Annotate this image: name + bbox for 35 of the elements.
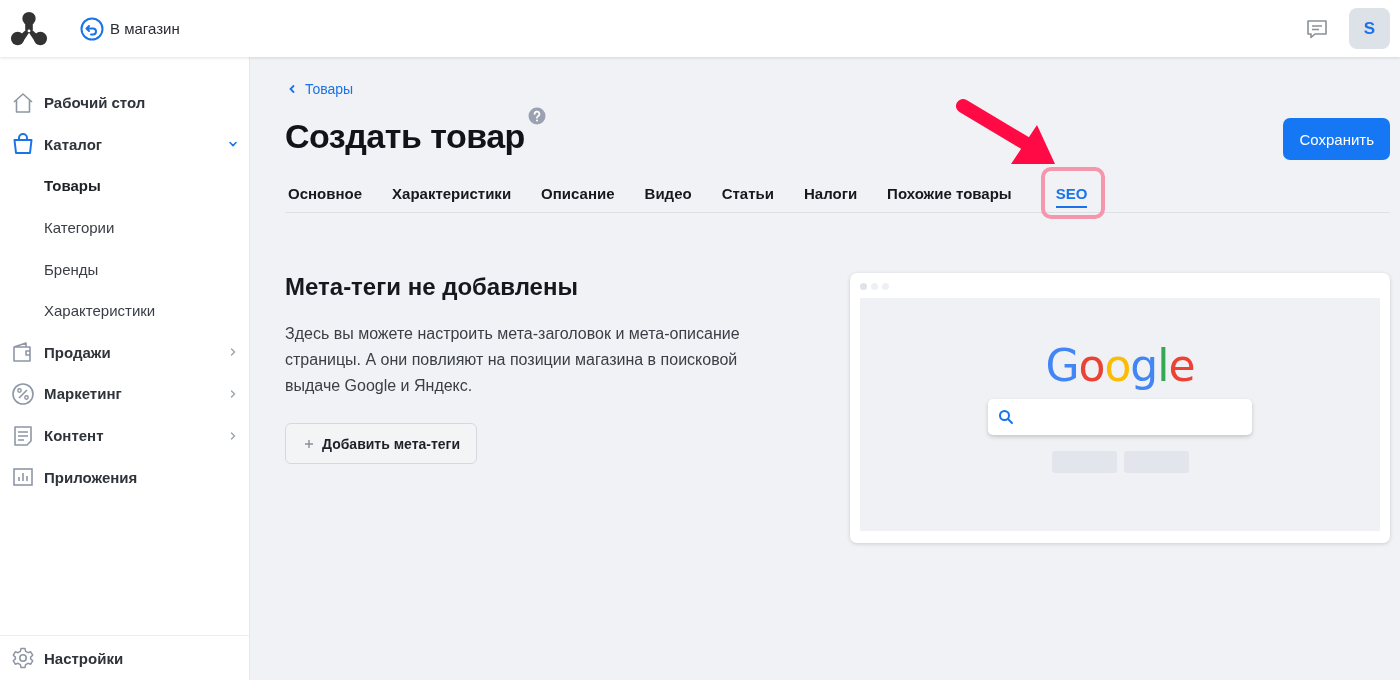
settings-icon	[11, 646, 35, 670]
nav-subitem[interactable]: Бренды	[0, 248, 249, 290]
tab[interactable]: Видео	[641, 184, 704, 212]
nav-item[interactable]: Продажи	[0, 331, 249, 374]
nav-item[interactable]: Рабочий стол	[0, 82, 249, 124]
nav-subitem[interactable]: Характеристики	[0, 289, 249, 332]
window-dot	[860, 283, 867, 290]
chevron-left-icon	[287, 84, 297, 94]
nav-subitem[interactable]: Товары	[0, 165, 249, 207]
tab[interactable]: Похожие товары	[884, 184, 1024, 212]
breadcrumb-link[interactable]: Товары	[287, 81, 354, 97]
tab[interactable]: Статьи	[718, 184, 786, 212]
nav-item[interactable]: Маркетинг	[0, 373, 249, 415]
tab[interactable]: Основное	[285, 184, 375, 212]
help-icon[interactable]	[527, 107, 546, 125]
back-icon	[80, 16, 104, 41]
tab[interactable]: Описание	[538, 184, 627, 212]
logo-icon[interactable]	[10, 9, 48, 48]
add-meta-tags-button[interactable]: Добавить мета-теги	[285, 423, 478, 464]
nav-item[interactable]: Приложения	[0, 456, 249, 498]
nav-item[interactable]: Каталог	[0, 123, 249, 166]
search-icon	[998, 409, 1014, 425]
store-link[interactable]: В магазин	[80, 16, 180, 41]
plus-icon	[304, 438, 314, 449]
page-title: Создать товар	[285, 117, 525, 156]
settings-item[interactable]: Настройки	[0, 637, 249, 679]
nav-subitem[interactable]: Категории	[0, 206, 249, 249]
empty-state-heading: Мета-теги не добавлены	[285, 273, 579, 301]
search-logo: Google	[1045, 340, 1195, 391]
tab[interactable]: SEO	[1055, 184, 1088, 208]
tab[interactable]: Налоги	[800, 184, 870, 212]
empty-state-description: Здесь вы можете настроить мета-заголовок и мета-описание страницы. А они повлияют на позиции магазина в поисковой выдаче Google и Яндекс.	[285, 324, 741, 396]
save-button[interactable]: Сохранить	[1283, 118, 1390, 160]
tab[interactable]: Характеристики	[389, 184, 524, 212]
nav-item[interactable]: Контент	[0, 414, 249, 457]
